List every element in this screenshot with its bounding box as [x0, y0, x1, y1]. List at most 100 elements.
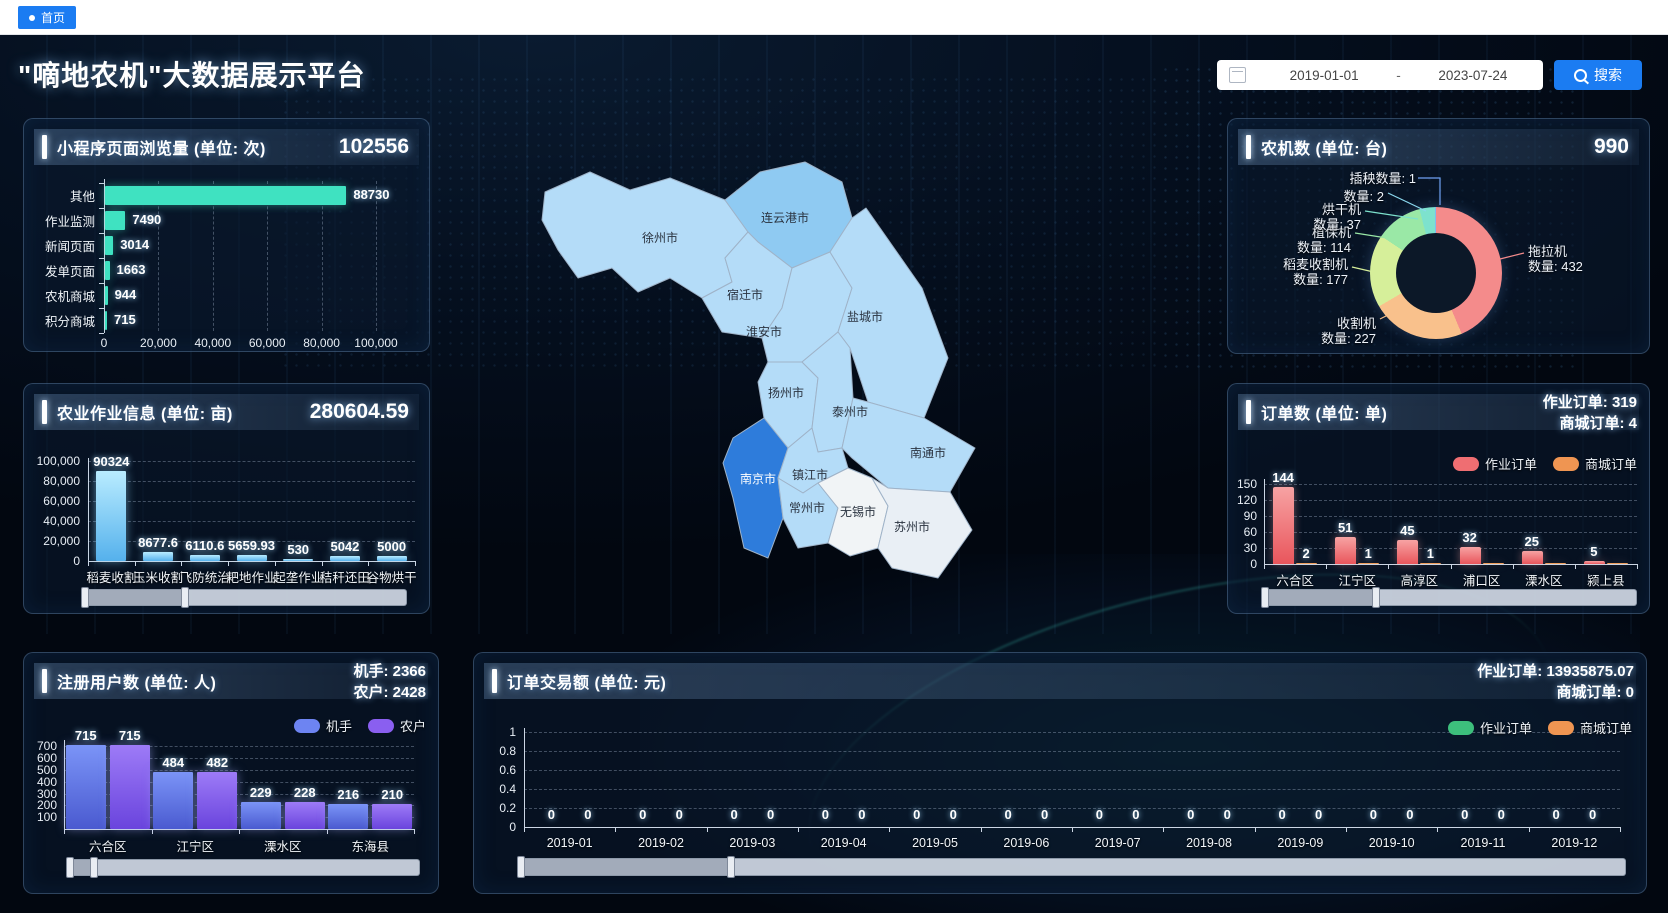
- bar[interactable]: [1397, 540, 1418, 564]
- datazoom-slider[interactable]: [520, 858, 1626, 876]
- bar[interactable]: [190, 555, 220, 561]
- datazoom-handle-left[interactable]: [1261, 587, 1269, 608]
- axis-tick-label: 100,000: [354, 336, 397, 350]
- bar[interactable]: [105, 261, 110, 280]
- bar[interactable]: [372, 804, 412, 829]
- datazoom-handle-right[interactable]: [1372, 587, 1380, 608]
- bar[interactable]: [328, 804, 368, 829]
- bar[interactable]: [105, 286, 108, 305]
- category-label: 溧水区: [264, 836, 302, 855]
- donut-slice-label-line: 数量: 37: [1313, 218, 1361, 233]
- bar[interactable]: [1584, 561, 1605, 564]
- datazoom-handle-left[interactable]: [517, 856, 525, 878]
- panel-transactions: 订单交易额 (单位: 元) 作业订单: 13935875.07 商城订单: 0 …: [473, 652, 1647, 894]
- gridline: [1264, 532, 1637, 533]
- legend-item[interactable]: 机手: [294, 716, 352, 735]
- legend-item[interactable]: 农户: [368, 716, 426, 735]
- category-label: 颍上县: [1587, 570, 1625, 589]
- x-axis-line: [88, 561, 415, 562]
- datazoom-handle-right[interactable]: [727, 856, 735, 878]
- axis-tick: [99, 283, 104, 284]
- legend-item[interactable]: 作业订单: [1448, 718, 1532, 737]
- bar[interactable]: [1545, 563, 1566, 565]
- legend-item[interactable]: 商城订单: [1553, 454, 1637, 473]
- axis-tick: [415, 561, 416, 566]
- gridline: [88, 501, 415, 502]
- calendar-icon: [1229, 67, 1246, 83]
- donut-slice-label: 稻麦收割机数量: 177: [1283, 258, 1348, 287]
- datazoom-selected-range[interactable]: [1265, 590, 1376, 605]
- bar[interactable]: [1522, 551, 1543, 564]
- bar[interactable]: [66, 745, 106, 829]
- category-label: 谷物烘干: [367, 567, 417, 586]
- bar[interactable]: [1607, 563, 1628, 565]
- search-button[interactable]: 搜索: [1554, 60, 1642, 90]
- panel-header: 订单交易额 (单位: 元): [484, 663, 1636, 699]
- bar[interactable]: [1358, 563, 1379, 565]
- map-city-label: 淮安市: [746, 324, 782, 339]
- donut-slice-label-line: 稻麦收割机: [1283, 258, 1348, 273]
- gridline: [88, 481, 415, 482]
- value-label: 5: [1590, 544, 1597, 559]
- bar[interactable]: [1483, 563, 1504, 565]
- zero-value-label: 0: [913, 807, 920, 822]
- datazoom-selected-range[interactable]: [85, 590, 185, 605]
- bar[interactable]: [283, 559, 313, 561]
- date-start-field[interactable]: 2019-01-01: [1254, 68, 1394, 83]
- axis-tick: [64, 829, 65, 834]
- bar[interactable]: [1460, 547, 1481, 564]
- value-label: 530: [287, 542, 309, 557]
- bar[interactable]: [1335, 537, 1356, 564]
- value-label: 715: [114, 312, 136, 327]
- month-label: 2019-08: [1186, 836, 1232, 850]
- bar[interactable]: [285, 802, 325, 829]
- axis-tick: [524, 827, 525, 832]
- datazoom-handle-left[interactable]: [66, 857, 74, 878]
- legend-item[interactable]: 商城订单: [1548, 718, 1632, 737]
- datazoom-handle-right[interactable]: [181, 587, 189, 608]
- bar[interactable]: [377, 556, 407, 561]
- axis-tick-label: 100: [24, 810, 57, 824]
- bar[interactable]: [105, 236, 113, 255]
- page-title: "嘀地农机"大数据展示平台: [18, 54, 366, 94]
- datazoom-slider[interactable]: [84, 589, 407, 606]
- bar[interactable]: [110, 745, 150, 829]
- gridline: [524, 808, 1620, 809]
- legend-item[interactable]: 作业订单: [1453, 454, 1537, 473]
- date-range-picker[interactable]: 2019-01-01 - 2023-07-24: [1217, 60, 1543, 90]
- province-map: 徐州市连云港市宿迁市淮安市盐城市扬州市泰州市南通市南京市镇江市常州市无锡市苏州市: [520, 150, 1020, 605]
- date-end-field[interactable]: 2023-07-24: [1403, 68, 1543, 83]
- datazoom-selected-range[interactable]: [521, 859, 731, 875]
- datazoom-handle-right[interactable]: [90, 857, 98, 878]
- map-city-label: 连云港市: [761, 210, 809, 225]
- bar[interactable]: [1296, 563, 1317, 565]
- axis-tick: [1163, 827, 1164, 832]
- bar[interactable]: [105, 311, 107, 330]
- legend-swatch: [1453, 457, 1479, 471]
- bar[interactable]: [153, 772, 193, 829]
- datazoom-handle-left[interactable]: [81, 587, 89, 608]
- bar[interactable]: [197, 772, 237, 829]
- bar[interactable]: [105, 186, 346, 205]
- bar[interactable]: [330, 556, 360, 561]
- value-label: 228: [294, 785, 316, 800]
- bar[interactable]: [96, 471, 126, 561]
- month-label: 2019-11: [1461, 836, 1506, 850]
- donut-slice-label: 数量: 2: [1344, 190, 1384, 205]
- axis-tick: [99, 208, 104, 209]
- search-button-label: 搜索: [1594, 65, 1622, 85]
- month-label: 2019-04: [821, 836, 867, 850]
- map-region-南京市[interactable]: [723, 418, 788, 558]
- tab-home[interactable]: 首页: [18, 6, 76, 29]
- bar[interactable]: [143, 552, 173, 561]
- value-label: 1: [1365, 546, 1372, 561]
- bar[interactable]: [237, 555, 267, 561]
- transactions-stat-line: 商城订单: 0: [1477, 682, 1634, 703]
- bar[interactable]: [241, 802, 281, 829]
- bar[interactable]: [1273, 487, 1294, 564]
- datazoom-slider[interactable]: [1264, 589, 1637, 606]
- bar[interactable]: [105, 211, 125, 230]
- donut-slice-label-line: 数量: 177: [1283, 273, 1348, 288]
- datazoom-slider[interactable]: [69, 859, 420, 876]
- bar[interactable]: [1420, 563, 1441, 565]
